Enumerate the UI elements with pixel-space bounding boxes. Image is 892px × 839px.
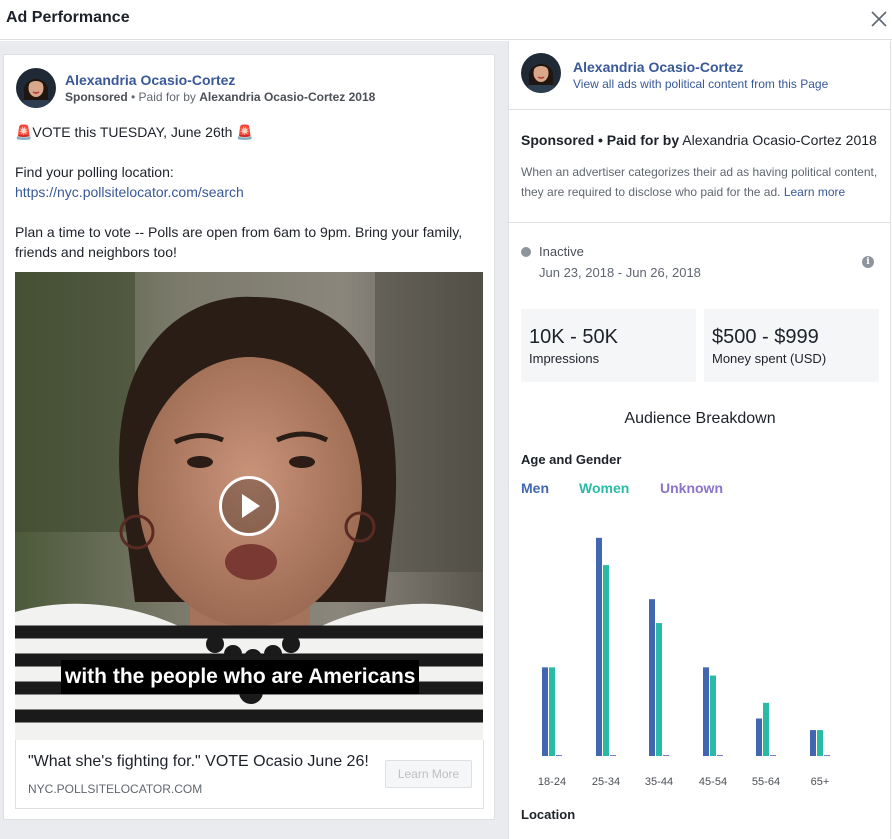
bar-men-45-54[interactable] bbox=[703, 667, 709, 756]
avatar[interactable] bbox=[16, 68, 56, 108]
audience-breakdown-title: Audience Breakdown bbox=[624, 410, 776, 427]
learn-more-link[interactable]: Learn more bbox=[784, 185, 845, 199]
close-icon[interactable] bbox=[866, 6, 892, 32]
divider bbox=[509, 222, 891, 223]
spend-value: $500 - $999 bbox=[712, 326, 819, 348]
disclaimer-title: Sponsored • Paid for by Alexandria Ocasi… bbox=[521, 132, 877, 148]
location-title: Location bbox=[521, 807, 576, 822]
bar-men-65+[interactable] bbox=[810, 730, 816, 756]
bar-men-18-24[interactable] bbox=[542, 667, 548, 756]
disclaimer-text: When an advertiser categorizes their ad … bbox=[521, 162, 881, 202]
bar-women-55-64[interactable] bbox=[763, 702, 769, 756]
x-tick-label: 35-44 bbox=[645, 776, 673, 788]
video-caption: with the people who are Americans bbox=[61, 660, 420, 694]
impressions-stat: 10K - 50K Impressions bbox=[521, 309, 696, 382]
learn-more-button[interactable]: Learn More bbox=[385, 760, 472, 788]
ad-line-3: Plan a time to vote -- Polls are open fr… bbox=[15, 224, 463, 260]
ad-line-2-block: Find your polling location: https://nyc.p… bbox=[15, 162, 485, 202]
avatar[interactable] bbox=[521, 53, 561, 93]
divider bbox=[509, 109, 891, 110]
bar-unknown-65+[interactable] bbox=[824, 755, 830, 756]
spend-stat: $500 - $999 Money spent (USD) bbox=[704, 309, 879, 382]
sponsored-line: Sponsored • Paid for by Alexandria Ocasi… bbox=[65, 90, 375, 104]
ad-line-2: Find your polling location: bbox=[15, 164, 174, 180]
sponsored-label: Sponsored bbox=[65, 90, 128, 104]
legend-unknown[interactable]: Unknown bbox=[660, 480, 723, 496]
ad-details-pane: Alexandria Ocasio-Cortez View all ads wi… bbox=[508, 41, 891, 839]
page-name[interactable]: Alexandria Ocasio-Cortez bbox=[573, 59, 743, 75]
paid-for-name[interactable]: Alexandria Ocasio-Cortez 2018 bbox=[199, 90, 375, 104]
disclaimer-name: Alexandria Ocasio-Cortez 2018 bbox=[679, 132, 877, 148]
bar-unknown-55-64[interactable] bbox=[770, 755, 776, 756]
x-tick-label: 45-54 bbox=[699, 776, 727, 788]
bar-unknown-25-34[interactable] bbox=[610, 755, 616, 756]
poll-locator-link[interactable]: https://nyc.pollsitelocator.com/search bbox=[15, 184, 244, 200]
paid-for-prefix: • Paid for by bbox=[127, 90, 200, 104]
spend-label: Money spent (USD) bbox=[712, 351, 827, 366]
bar-unknown-18-24[interactable] bbox=[556, 755, 562, 756]
status-dot-icon bbox=[521, 247, 531, 257]
ad-line-1: 🚨VOTE this TUESDAY, June 26th 🚨 bbox=[15, 124, 254, 140]
bar-men-25-34[interactable] bbox=[596, 537, 602, 756]
impressions-label: Impressions bbox=[529, 351, 600, 366]
bar-men-55-64[interactable] bbox=[756, 718, 762, 757]
x-tick-label: 55-64 bbox=[752, 776, 780, 788]
cta-domain: NYC.POLLSITELOCATOR.COM bbox=[28, 782, 203, 796]
bar-men-35-44[interactable] bbox=[649, 599, 655, 756]
age-gender-title: Age and Gender bbox=[521, 452, 622, 467]
play-icon[interactable] bbox=[219, 476, 279, 536]
ad-card: Alexandria Ocasio-Cortez Sponsored • Pai… bbox=[3, 54, 495, 820]
ad-cta[interactable]: "What she's fighting for." VOTE Ocasio J… bbox=[15, 740, 484, 809]
status-label: Inactive bbox=[539, 244, 584, 259]
ad-body: 🚨VOTE this TUESDAY, June 26th 🚨 Find you… bbox=[15, 122, 485, 282]
ad-video[interactable]: with the people who are Americans bbox=[15, 272, 483, 740]
bar-women-45-54[interactable] bbox=[710, 675, 716, 756]
bar-women-35-44[interactable] bbox=[656, 623, 662, 756]
impressions-value: 10K - 50K bbox=[529, 326, 618, 348]
bar-women-18-24[interactable] bbox=[549, 667, 555, 756]
bar-unknown-45-54[interactable] bbox=[717, 755, 723, 756]
bar-unknown-35-44[interactable] bbox=[663, 755, 669, 756]
cta-headline[interactable]: "What she's fighting for." VOTE Ocasio J… bbox=[28, 753, 369, 771]
disclaimer-bold: Sponsored • Paid for by bbox=[521, 132, 680, 148]
x-tick-label: 65+ bbox=[811, 776, 830, 788]
ad-preview-pane: Alexandria Ocasio-Cortez Sponsored • Pai… bbox=[0, 41, 508, 839]
x-tick-label: 25-34 bbox=[592, 776, 620, 788]
bar-women-25-34[interactable] bbox=[603, 565, 609, 756]
x-tick-label: 18-24 bbox=[538, 776, 566, 788]
view-all-ads-link[interactable]: View all ads with political content from… bbox=[573, 77, 828, 91]
age-gender-chart: 18-24 25-34 35-44 45-54 55-64 65+ bbox=[538, 537, 830, 788]
page-name[interactable]: Alexandria Ocasio-Cortez bbox=[65, 72, 235, 88]
bar-women-65+[interactable] bbox=[817, 730, 823, 756]
info-icon[interactable]: i bbox=[862, 256, 874, 268]
dialog-header: Ad Performance bbox=[0, 0, 892, 40]
status-dates: Jun 23, 2018 - Jun 26, 2018 bbox=[539, 265, 701, 280]
dialog-title: Ad Performance bbox=[6, 9, 130, 26]
legend-women[interactable]: Women bbox=[579, 480, 629, 496]
legend-men[interactable]: Men bbox=[521, 480, 549, 496]
